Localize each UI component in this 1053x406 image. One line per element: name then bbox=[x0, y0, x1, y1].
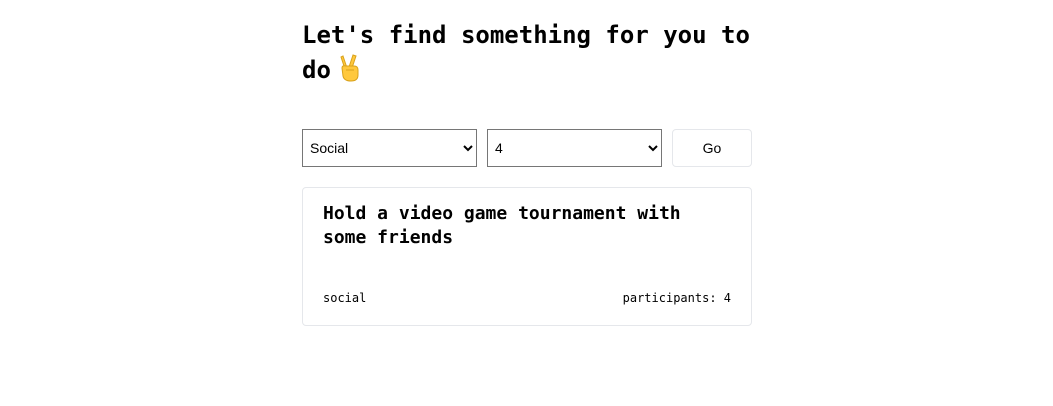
activity-type-select[interactable]: Social bbox=[302, 129, 477, 167]
activity-card-footer: social participants: 4 bbox=[323, 291, 731, 305]
participants-select[interactable]: 4 bbox=[487, 129, 662, 167]
main-container: Let's find something for you to do Socia… bbox=[302, 18, 752, 326]
page-title: Let's find something for you to do bbox=[302, 18, 752, 92]
activity-card: Hold a video game tournament with some f… bbox=[302, 187, 752, 326]
participants-label: participants: 4 bbox=[622, 291, 731, 305]
activity-type-label: social bbox=[323, 291, 367, 305]
victory-hand-icon bbox=[337, 54, 363, 92]
go-button[interactable]: Go bbox=[672, 129, 752, 167]
activity-title: Hold a video game tournament with some f… bbox=[323, 203, 681, 248]
filter-controls: Social 4 Go bbox=[302, 129, 752, 167]
page-title-text: Let's find something for you to do bbox=[302, 21, 750, 84]
